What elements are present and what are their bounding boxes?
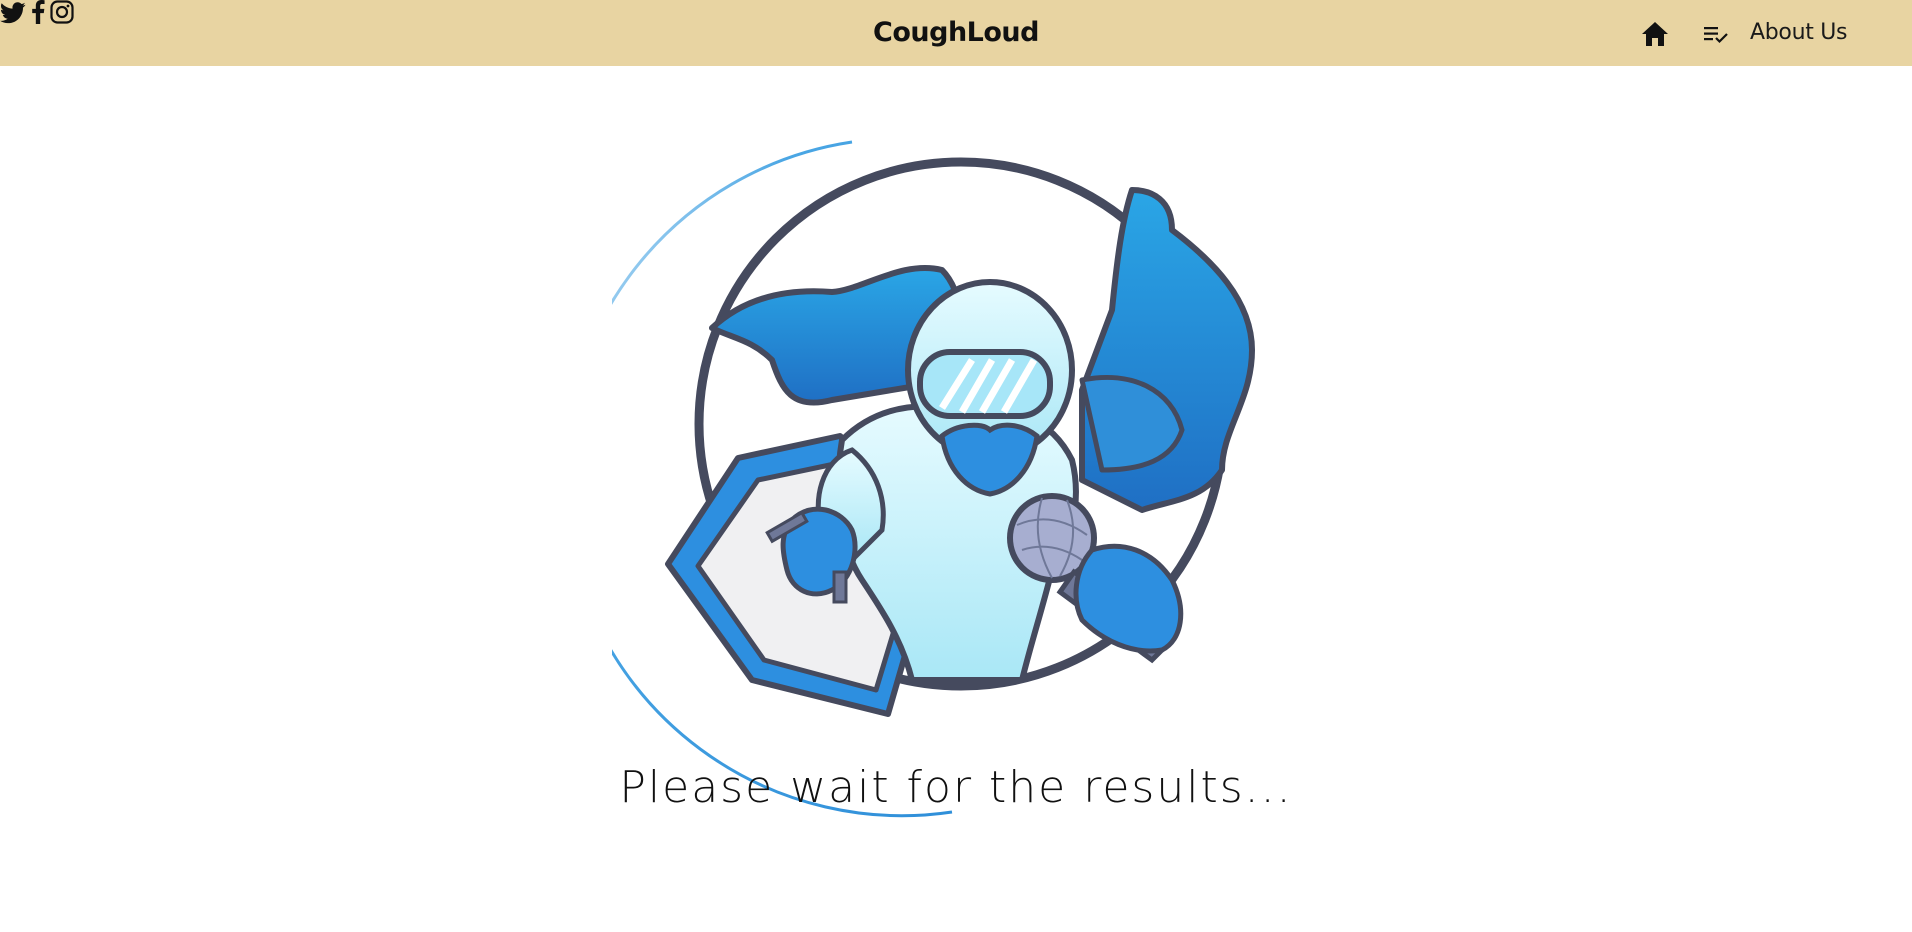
facebook-icon[interactable] <box>31 0 50 28</box>
top-navbar: CoughLoud About Us <box>0 0 1912 66</box>
twitter-icon[interactable] <box>0 2 31 28</box>
loading-illustration <box>561 140 1302 820</box>
loading-status-text: Please wait for the results... <box>619 762 1293 813</box>
home-icon[interactable] <box>1640 19 1670 49</box>
brand-logo-text: CoughLoud <box>873 17 1039 48</box>
instagram-icon[interactable] <box>50 0 74 28</box>
checklist-icon[interactable] <box>1701 19 1731 49</box>
about-us-link[interactable]: About Us <box>1750 0 1848 66</box>
